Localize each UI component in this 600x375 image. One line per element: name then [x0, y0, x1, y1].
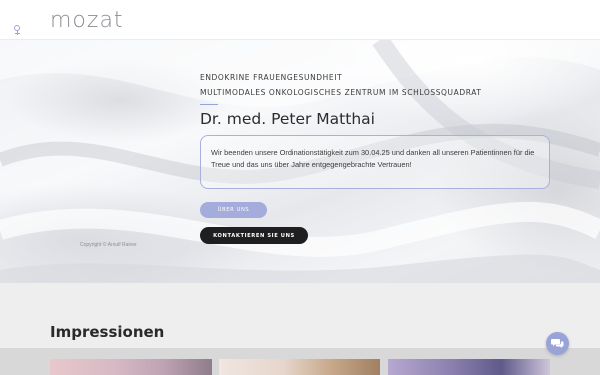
- hero-section: Endokrine Frauengesundheit Multimodales …: [0, 40, 600, 283]
- gallery-image[interactable]: [219, 359, 380, 375]
- page-title: Dr. med. Peter Matthai: [200, 110, 375, 128]
- logo[interactable]: mozat: [50, 4, 124, 36]
- image-copyright: Copyright © Arnulf Rainer: [80, 242, 137, 248]
- venus-icon-bar: [14, 33, 20, 34]
- chat-button[interactable]: [546, 332, 569, 355]
- hero-eyebrow-specialty: Endokrine Frauengesundheit: [200, 73, 343, 82]
- accent-divider: [200, 104, 218, 105]
- closing-notice: Wir beenden unsere Ordinationstätigkeit …: [200, 135, 550, 189]
- hero-eyebrow-center: Multimodales Onkologisches Zentrum im Sc…: [200, 88, 482, 97]
- gallery-image[interactable]: [388, 359, 550, 375]
- gallery-image[interactable]: [50, 359, 212, 375]
- closing-notice-text: Wir beenden unsere Ordinationstätigkeit …: [211, 148, 535, 169]
- contact-us-button[interactable]: Kontaktieren Sie uns: [200, 227, 308, 244]
- about-us-button[interactable]: Über uns: [200, 202, 267, 218]
- site-header: mozat: [0, 0, 600, 40]
- logo-text: mozat: [50, 7, 124, 33]
- chat-icon: [551, 339, 564, 348]
- impressions-title: Impressionen: [50, 323, 165, 341]
